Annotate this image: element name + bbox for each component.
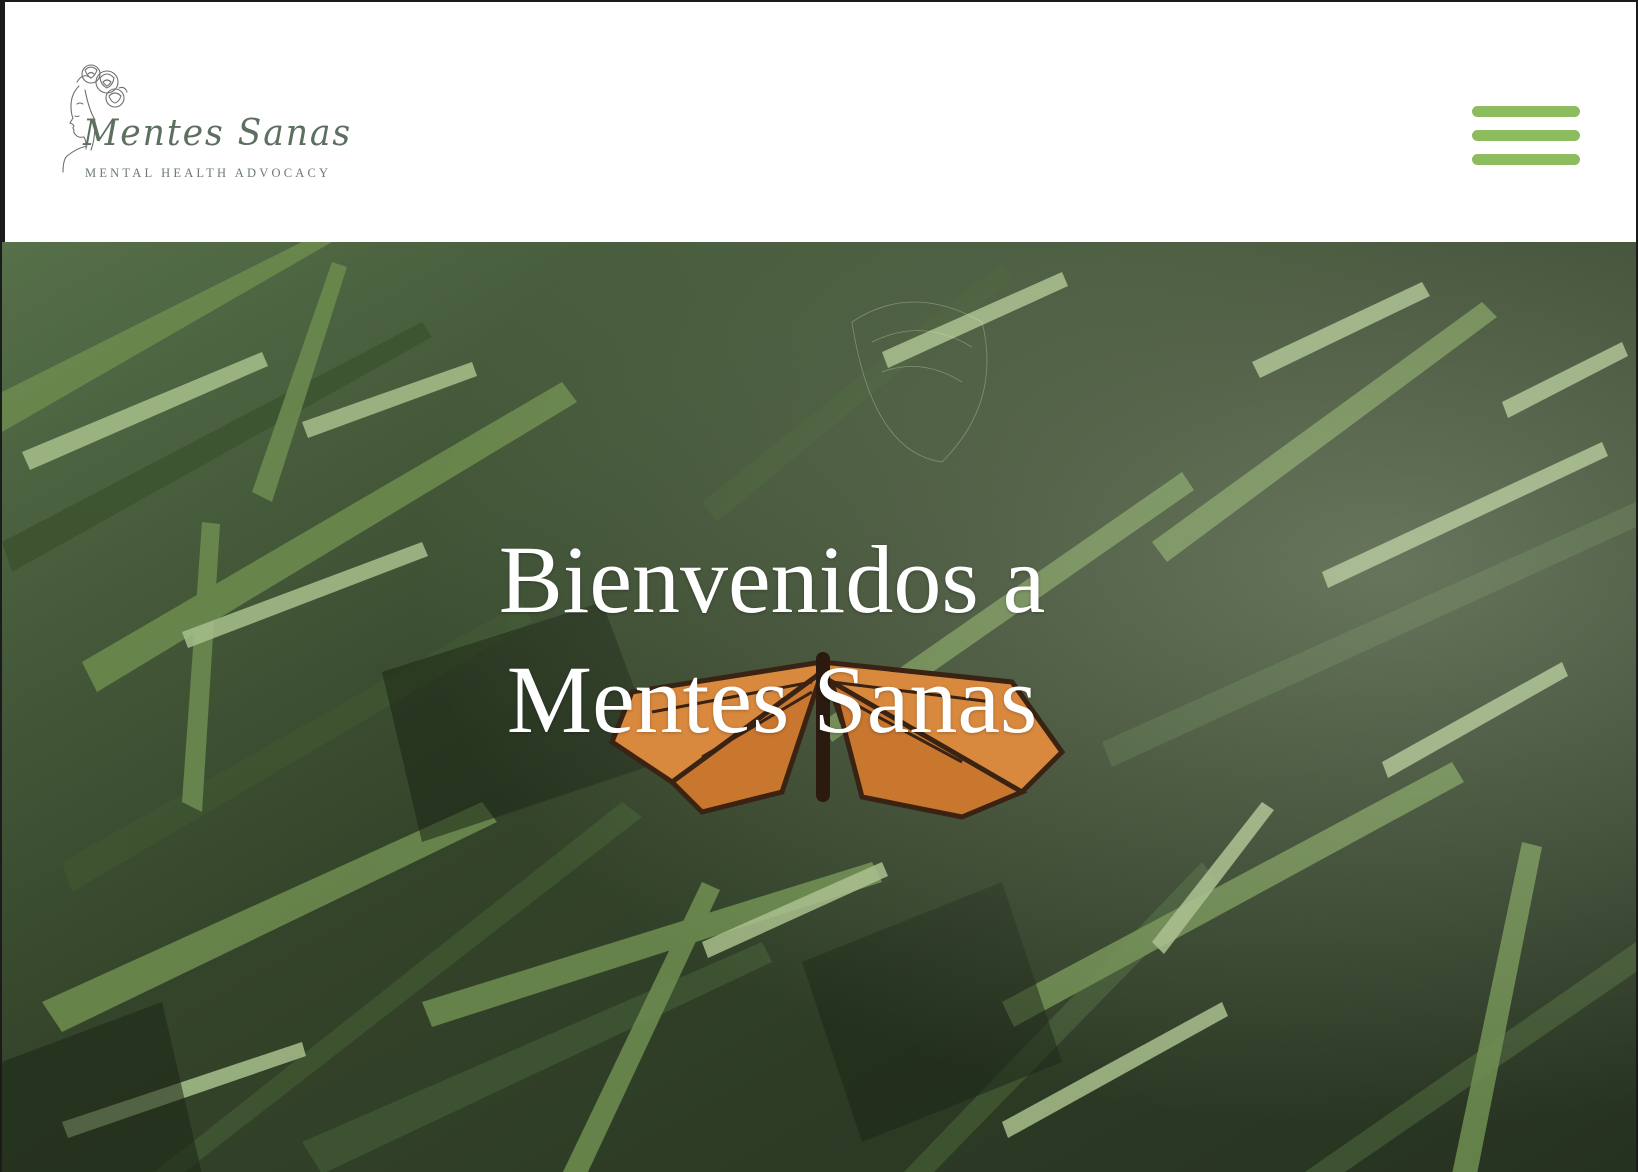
menu-bar-bottom <box>1472 154 1580 165</box>
hero-title-line-1: Bienvenidos a <box>498 526 1046 633</box>
site-header: Mentes Sanas MENTAL HEALTH ADVOCACY <box>2 2 1636 242</box>
site-logo[interactable]: Mentes Sanas MENTAL HEALTH ADVOCACY <box>55 60 350 190</box>
menu-bar-middle <box>1472 130 1580 141</box>
hero-title: Bienvenidos a Mentes Sanas <box>2 520 1542 760</box>
page-frame: Mentes Sanas MENTAL HEALTH ADVOCACY Bien… <box>0 0 1638 1172</box>
hamburger-menu-icon[interactable] <box>1468 100 1580 168</box>
hero-section: Bienvenidos a Mentes Sanas <box>2 242 1636 1172</box>
logo-name: Mentes Sanas <box>83 113 353 154</box>
menu-bar-top <box>1472 106 1580 117</box>
hero-title-line-2: Mentes Sanas <box>506 646 1038 753</box>
logo-tagline: MENTAL HEALTH ADVOCACY <box>85 166 332 180</box>
